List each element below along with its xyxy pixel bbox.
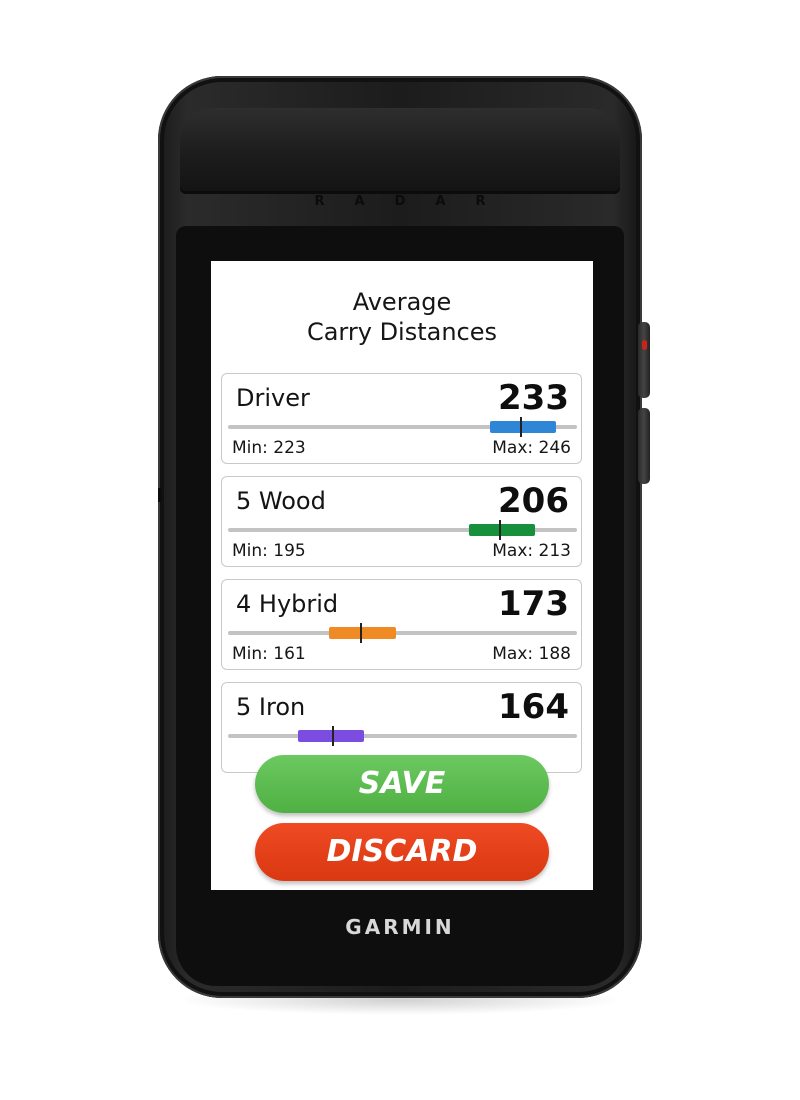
club-min-label: Min: 161 bbox=[232, 644, 306, 664]
average-marker bbox=[520, 417, 523, 437]
club-average-value: 164 bbox=[498, 687, 569, 727]
left-side-notch bbox=[158, 488, 162, 502]
club-name: 4 Hybrid bbox=[236, 590, 339, 618]
club-max-label: Max: 246 bbox=[492, 438, 571, 458]
club-max-label: Max: 188 bbox=[492, 644, 571, 664]
club-min-label: Min: 195 bbox=[232, 541, 306, 561]
club-average-value: 173 bbox=[498, 584, 569, 624]
club-average-value: 233 bbox=[498, 378, 569, 418]
distance-range-bar bbox=[468, 524, 536, 536]
garmin-logo: GARMIN bbox=[345, 915, 455, 939]
discard-button[interactable]: DISCARD bbox=[255, 823, 549, 881]
club-max-label: Max: 213 bbox=[492, 541, 571, 561]
screen-title-line1: Average bbox=[352, 288, 452, 316]
club-name: 5 Wood bbox=[236, 487, 326, 515]
average-marker bbox=[331, 726, 334, 746]
distance-range-track bbox=[228, 520, 577, 540]
radar-window bbox=[180, 108, 620, 194]
power-indicator-dot bbox=[642, 340, 647, 350]
side-button-upper[interactable] bbox=[638, 322, 650, 398]
device-screen: Average Carry Distances Driver 233 Min: 22… bbox=[211, 261, 593, 890]
distance-range-bar bbox=[329, 627, 396, 639]
side-button-lower[interactable] bbox=[638, 408, 650, 484]
average-marker bbox=[499, 520, 502, 540]
club-card[interactable]: 4 Hybrid 173 Min: 161 Max: 188 bbox=[221, 579, 582, 670]
distance-range-track bbox=[228, 623, 577, 643]
distance-range-bar bbox=[489, 421, 557, 433]
distance-range-track bbox=[228, 726, 577, 746]
club-name: Driver bbox=[236, 384, 310, 412]
club-min-label: Min: 223 bbox=[232, 438, 306, 458]
screen-title: Average Carry Distances bbox=[211, 287, 593, 347]
radar-label: RADAR bbox=[314, 194, 516, 209]
club-card[interactable]: 5 Wood 206 Min: 195 Max: 213 bbox=[221, 476, 582, 567]
club-card[interactable]: Driver 233 Min: 223 Max: 246 bbox=[221, 373, 582, 464]
distance-range-track bbox=[228, 417, 577, 437]
save-button[interactable]: SAVE bbox=[255, 755, 549, 813]
screen-title-line2: Carry Distances bbox=[306, 318, 498, 346]
club-average-value: 206 bbox=[498, 481, 569, 521]
average-marker bbox=[359, 623, 362, 643]
club-name: 5 Iron bbox=[236, 693, 306, 721]
